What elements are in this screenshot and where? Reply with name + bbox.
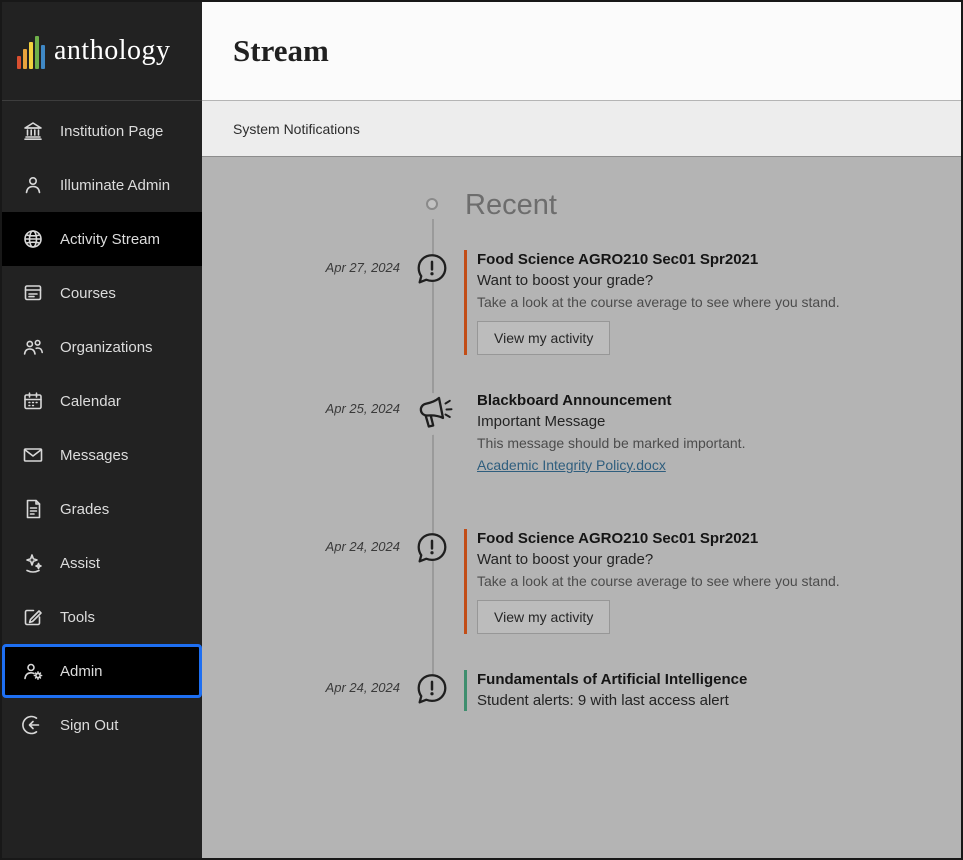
sidebar-item-label: Courses [60,285,116,302]
alert-bubble-icon [400,250,464,288]
stream-entry: Apr 24, 2024 Food Science AGRO210 Sec01 … [202,529,961,634]
sidebar-item-label: Admin [60,663,103,680]
entry-subtitle: Student alerts: 9 with last access alert [477,691,921,711]
assist-icon [21,551,45,575]
globe-icon [21,227,45,251]
page-header: Stream [202,2,961,101]
sign-out-icon [21,713,45,737]
subnav-system-notifications[interactable]: System Notifications [233,121,360,137]
entry-title: Fundamentals of Artificial Intelligence [477,670,921,690]
section-title-recent: Recent [465,190,961,220]
grades-icon [21,497,45,521]
sidebar-item-illuminate-admin[interactable]: Illuminate Admin [2,158,202,212]
entry-date: Apr 24, 2024 [202,529,400,554]
sidebar-item-calendar[interactable]: Calendar [2,374,202,428]
stream-entry: Apr 25, 2024 Blackboard Announcement Imp… [202,391,961,475]
timeline-dot [426,198,438,210]
stream-entry: Apr 27, 2024 Food Science AGRO210 Sec01 … [202,250,961,355]
sidebar-item-label: Sign Out [60,717,118,734]
sidebar-item-label: Tools [60,609,95,626]
anthology-logo[interactable]: anthology [2,2,202,101]
entry-subtitle: Want to boost your grade? [477,550,921,570]
attachment-link[interactable]: Academic Integrity Policy.docx [477,457,666,473]
sidebar-item-label: Grades [60,501,109,518]
entry-body: Food Science AGRO210 Sec01 Spr2021 Want … [464,529,961,634]
sidebar-menu: Institution Page Illuminate Admin Activi… [2,101,202,752]
main-area: Stream System Notifications Recent Apr 2… [202,2,961,858]
sidebar-item-institution-page[interactable]: Institution Page [2,104,202,158]
sidebar-item-sign-out[interactable]: Sign Out [2,698,202,752]
person-icon [21,173,45,197]
logo-text: anthology [54,35,171,67]
subnav-bar: System Notifications [202,101,961,157]
page-title: Stream [233,33,329,69]
sidebar-item-assist[interactable]: Assist [2,536,202,590]
institution-icon [21,119,45,143]
entry-subtitle: Important Message [477,412,921,432]
sidebar-item-label: Calendar [60,393,121,410]
entry-title: Food Science AGRO210 Sec01 Spr2021 [477,250,921,270]
sidebar-item-label: Activity Stream [60,231,160,248]
stream-entries: Apr 27, 2024 Food Science AGRO210 Sec01 … [202,250,961,711]
sidebar: anthology Institution Page Illuminate Ad… [2,2,202,858]
sidebar-item-label: Assist [60,555,100,572]
sidebar-item-label: Messages [60,447,128,464]
entry-description: Take a look at the course average to see… [477,571,921,591]
sidebar-item-label: Illuminate Admin [60,177,170,194]
sidebar-item-organizations[interactable]: Organizations [2,320,202,374]
entry-title: Food Science AGRO210 Sec01 Spr2021 [477,529,921,549]
sidebar-item-label: Organizations [60,339,153,356]
entry-description: Take a look at the course average to see… [477,292,921,312]
alert-bubble-icon [400,670,464,708]
sidebar-item-tools[interactable]: Tools [2,590,202,644]
entry-title: Blackboard Announcement [477,391,921,411]
entry-description: This message should be marked important. [477,433,921,453]
entry-body: Food Science AGRO210 Sec01 Spr2021 Want … [464,250,961,355]
entry-date: Apr 27, 2024 [202,250,400,275]
sidebar-item-activity-stream[interactable]: Activity Stream [2,212,202,266]
sidebar-item-courses[interactable]: Courses [2,266,202,320]
courses-icon [21,281,45,305]
sidebar-item-grades[interactable]: Grades [2,482,202,536]
alert-bubble-icon [400,529,464,567]
announcement-icon [400,391,464,437]
stream-entry: Apr 24, 2024 Fundamentals of Artificial … [202,670,961,711]
anthology-logo-icon [17,33,45,69]
sidebar-item-label: Institution Page [60,123,163,140]
organizations-icon [21,335,45,359]
tools-icon [21,605,45,629]
sidebar-item-admin[interactable]: Admin [2,644,202,698]
entry-date: Apr 24, 2024 [202,670,400,695]
app-window: anthology Institution Page Illuminate Ad… [0,0,963,860]
view-my-activity-button[interactable]: View my activity [477,600,610,634]
entry-date: Apr 25, 2024 [202,391,400,416]
messages-icon [21,443,45,467]
sidebar-item-messages[interactable]: Messages [2,428,202,482]
stream-content: Recent Apr 27, 2024 Food Science AGRO210… [202,157,961,858]
calendar-icon [21,389,45,413]
entry-body: Blackboard Announcement Important Messag… [464,391,961,475]
view-my-activity-button[interactable]: View my activity [477,321,610,355]
admin-icon [21,659,45,683]
entry-subtitle: Want to boost your grade? [477,271,921,291]
entry-body: Fundamentals of Artificial Intelligence … [464,670,961,711]
